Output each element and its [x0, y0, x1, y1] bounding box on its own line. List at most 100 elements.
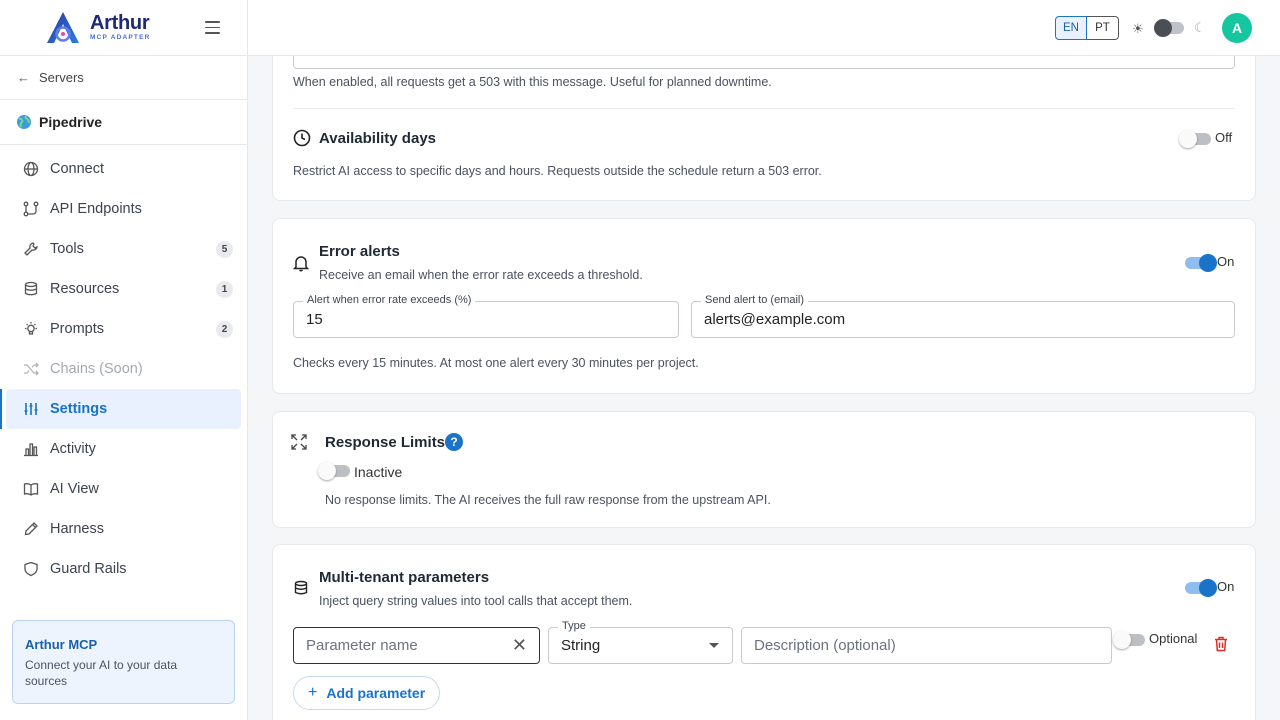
response-limits-card: Response Limits ? Inactive No response l… [272, 411, 1256, 528]
multi-tenant-title: Multi-tenant parameters [319, 569, 490, 586]
pen-icon [22, 520, 40, 538]
add-parameter-label: Add parameter [326, 685, 426, 701]
optional-label: Optional [1149, 631, 1198, 646]
sun-icon: ☀ [1132, 21, 1144, 36]
sidebar-item-harness[interactable]: Harness [6, 509, 241, 549]
logo-row: Arthur MCP ADAPTER [0, 0, 247, 56]
sidebar-item-settings[interactable]: Settings [0, 389, 241, 429]
arrow-left-icon: ← [17, 70, 30, 85]
error-alerts-subtitle: Receive an email when the error rate exc… [319, 268, 643, 282]
sidebar-item-activity[interactable]: Activity [6, 429, 241, 469]
divider [293, 108, 1235, 109]
chevron-down-icon [709, 643, 719, 648]
sidebar-item-tools[interactable]: Tools 5 [6, 229, 241, 269]
multi-tenant-toggle-label: On [1217, 579, 1235, 594]
database-icon [22, 280, 40, 298]
parameter-name-placeholder: Parameter name [306, 637, 418, 654]
avatar[interactable]: A [1222, 13, 1252, 43]
promo-title: Arthur MCP [25, 637, 98, 652]
clear-icon[interactable]: ✕ [512, 635, 527, 656]
lang-en-button[interactable]: EN [1055, 16, 1087, 40]
maintenance-card: When enabled, all requests get a 503 wit… [272, 56, 1256, 201]
type-label: Type [558, 620, 590, 632]
sidebar-item-prompts[interactable]: Prompts 2 [6, 309, 241, 349]
sidebar-item-label: AI View [50, 481, 99, 497]
response-limits-toggle[interactable] [318, 462, 350, 480]
promo-card: Arthur MCP Connect your AI to your data … [12, 620, 235, 704]
error-threshold-label: Alert when error rate exceeds (%) [303, 294, 476, 306]
sidebar-item-ai-view[interactable]: AI View [6, 469, 241, 509]
sidebar-item-label: API Endpoints [50, 201, 142, 217]
description-input[interactable]: Description (optional) [741, 627, 1112, 664]
trash-icon[interactable] [1214, 636, 1228, 652]
alert-email-input[interactable]: Send alert to (email) alerts@example.com [691, 294, 1235, 338]
type-select[interactable]: Type String [548, 620, 733, 664]
lightbulb-icon [22, 320, 40, 338]
alert-email-value: alerts@example.com [704, 311, 846, 328]
sidebar: Arthur MCP ADAPTER ← Servers Pipedrive C… [0, 0, 248, 720]
sidebar-item-label: Tools [50, 241, 84, 257]
api-icon [22, 200, 40, 218]
response-limits-status: Inactive [354, 464, 403, 480]
bell-icon [293, 256, 309, 272]
availability-toggle[interactable] [1179, 130, 1211, 148]
bar-chart-icon [22, 440, 40, 458]
parameter-name-input[interactable]: Parameter name ✕ [293, 627, 540, 664]
maintenance-message-input[interactable] [293, 56, 1235, 69]
multi-tenant-subtitle: Inject query string values into tool cal… [319, 594, 633, 608]
alert-email-label: Send alert to (email) [701, 294, 809, 306]
availability-toggle-label: Off [1215, 130, 1233, 145]
lang-pt-button[interactable]: PT [1087, 16, 1119, 40]
globe-emoji-icon [17, 115, 31, 129]
sidebar-item-label: Settings [50, 401, 108, 417]
type-value: String [561, 637, 601, 654]
error-alerts-toggle[interactable] [1185, 254, 1217, 272]
project-name: Pipedrive [39, 114, 103, 130]
sidebar-item-label: Guard Rails [50, 561, 127, 577]
multi-tenant-toggle[interactable] [1185, 579, 1217, 597]
optional-toggle[interactable] [1113, 631, 1145, 649]
sidebar-item-api-endpoints[interactable]: API Endpoints [6, 189, 241, 229]
description-placeholder: Description (optional) [754, 637, 896, 654]
globe-icon [22, 160, 40, 178]
help-icon[interactable]: ? [445, 433, 463, 451]
back-to-servers-link[interactable]: ← Servers [0, 56, 247, 100]
project-title: Pipedrive [0, 100, 247, 145]
error-alerts-title: Error alerts [319, 243, 400, 260]
database-icon [294, 580, 308, 595]
plus-icon: + [308, 684, 318, 701]
availability-title: Availability days [319, 130, 436, 147]
multi-tenant-card: Multi-tenant parameters Inject query str… [272, 544, 1256, 720]
error-alerts-card: Error alerts Receive an email when the e… [272, 218, 1256, 394]
sidebar-item-connect[interactable]: Connect [6, 149, 241, 189]
add-parameter-button[interactable]: + Add parameter [293, 676, 441, 710]
menu-toggle-icon[interactable] [205, 21, 220, 34]
sidebar-item-label: Resources [50, 281, 120, 297]
wrench-icon [22, 240, 40, 258]
sliders-icon [22, 400, 40, 418]
promo-text: Connect your AI to your data sources [25, 658, 178, 688]
sidebar-item-resources[interactable]: Resources 1 [6, 269, 241, 309]
maintenance-hint: When enabled, all requests get a 503 wit… [293, 75, 772, 89]
sidebar-item-label: Prompts [50, 321, 104, 337]
brand-tagline: MCP ADAPTER [90, 34, 151, 42]
count-badge: 5 [216, 241, 233, 258]
theme-toggle[interactable] [1154, 19, 1184, 37]
expand-icon [291, 434, 307, 450]
error-threshold-value: 15 [306, 311, 323, 328]
error-alerts-note: Checks every 15 minutes. At most one ale… [293, 356, 699, 370]
response-limits-description: No response limits. The AI receives the … [325, 493, 771, 507]
count-badge: 2 [216, 321, 233, 338]
sidebar-nav: Connect API Endpoints Tools 5 Resources … [0, 145, 247, 589]
sidebar-item-label: Harness [50, 521, 104, 537]
arthur-logo-icon [47, 11, 79, 43]
settings-content: When enabled, all requests get a 503 wit… [248, 56, 1280, 720]
topbar: EN PT ☀ ☾ A [248, 0, 1280, 56]
back-label: Servers [39, 70, 84, 85]
sidebar-item-label: Connect [50, 161, 105, 177]
sidebar-item-label: Chains (Soon) [50, 361, 143, 377]
error-alerts-toggle-label: On [1217, 254, 1235, 269]
sidebar-item-guard-rails[interactable]: Guard Rails [6, 549, 241, 589]
count-badge: 1 [216, 281, 233, 298]
error-threshold-input[interactable]: Alert when error rate exceeds (%) 15 [293, 294, 679, 338]
